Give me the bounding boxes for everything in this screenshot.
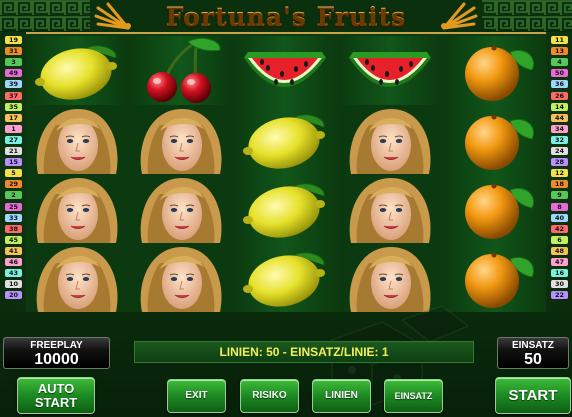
exit-button[interactable]: EXIT — [167, 379, 226, 413]
payline-badge: 48 — [551, 246, 568, 255]
payline-badge: 34 — [551, 124, 568, 133]
einsatz-value: 50 — [524, 351, 542, 368]
payline-badge: 8 — [551, 202, 568, 211]
auto-start-label-line2: START — [34, 395, 78, 410]
payline-badge: 6 — [551, 235, 568, 244]
payline-badge: 26 — [551, 91, 568, 100]
reel-symbol-lady-icon — [339, 174, 440, 243]
payline-badge: 33 — [5, 213, 22, 222]
game-title: Fortuna's Fruits — [0, 2, 572, 31]
game-screen: Fortuna's Fruits 19 31 3 49 39 37 35 17 1 27 21 15 5… — [0, 0, 572, 417]
payline-badge: 27 — [5, 135, 22, 144]
payline-badge: 17 — [5, 113, 22, 122]
payline-badge: 35 — [5, 102, 22, 111]
einsatz-label: EINSATZ — [511, 340, 555, 351]
payline-badge: 9 — [551, 191, 568, 200]
payline-badge: 21 — [5, 147, 22, 155]
reel-3 — [234, 36, 335, 312]
payline-badge: 25 — [5, 202, 22, 211]
payline-badge: 22 — [551, 291, 568, 300]
payline-badge: 43 — [5, 269, 22, 278]
einsatz-button[interactable]: EINSATZ — [384, 379, 443, 413]
reel-symbol-lady-icon — [339, 105, 440, 174]
payline-badge: 14 — [551, 102, 568, 111]
payline-badge: 24 — [551, 147, 568, 155]
payline-badge: 40 — [551, 213, 568, 222]
payline-badge: 3 — [5, 58, 22, 67]
payline-badge: 46 — [5, 258, 22, 266]
payline-badge: 36 — [551, 80, 568, 89]
freeplay-value: 10000 — [34, 351, 79, 368]
payline-badge: 47 — [551, 258, 568, 266]
reel-symbol-lady-icon — [130, 105, 231, 174]
payline-badge: 2 — [5, 191, 22, 200]
payline-badge: 38 — [5, 224, 22, 233]
payline-badge: 16 — [551, 269, 568, 278]
payline-badge: 11 — [551, 36, 568, 44]
reel-symbol-watermelon-icon — [234, 36, 335, 105]
payline-badge: 15 — [5, 158, 22, 167]
reel-5 — [444, 36, 545, 312]
payline-badge: 42 — [551, 224, 568, 233]
payline-badge: 39 — [5, 80, 22, 89]
reel-symbol-watermelon-icon — [339, 36, 440, 105]
payline-badge: 18 — [551, 180, 568, 189]
reel-symbol-orange-icon — [444, 174, 545, 243]
payline-badge: 13 — [551, 47, 568, 56]
linien-button[interactable]: LINIEN — [312, 379, 371, 413]
payline-badge: 4 — [551, 58, 568, 67]
freeplay-label: FREEPLAY — [30, 340, 83, 351]
risiko-button[interactable]: RISIKO — [240, 379, 299, 413]
payline-badge: 32 — [551, 135, 568, 144]
reel-symbol-lady-icon — [26, 243, 127, 312]
auto-start-label-line1: AUTO — [37, 381, 75, 396]
payline-badge: 12 — [551, 169, 568, 178]
bet-info-bar: LINIEN: 50 - EINSATZ/LINIE: 1 — [134, 341, 474, 363]
start-button[interactable]: START — [495, 377, 571, 414]
payline-badge: 1 — [5, 124, 22, 133]
payline-badge: 31 — [5, 47, 22, 56]
payline-badge: 30 — [551, 280, 568, 289]
reel-symbol-lady-icon — [130, 243, 231, 312]
payline-badge: 50 — [551, 69, 568, 78]
payline-badge: 19 — [5, 36, 22, 44]
reel-1 — [26, 36, 127, 312]
reel-area — [26, 32, 546, 312]
reel-symbol-lemon-icon — [234, 174, 335, 243]
payline-badge: 29 — [5, 180, 22, 189]
payline-badge: 45 — [5, 235, 22, 244]
reel-symbol-lady-icon — [26, 105, 127, 174]
reel-symbol-orange-icon — [444, 36, 545, 105]
payline-badge: 41 — [5, 246, 22, 255]
payline-badge: 37 — [5, 91, 22, 100]
reel-symbol-lemon-icon — [26, 36, 127, 105]
reel-symbol-lady-icon — [26, 174, 127, 243]
einsatz-panel: EINSATZ 50 — [497, 337, 569, 369]
reel-symbol-cherry-icon — [130, 36, 231, 105]
game-header: Fortuna's Fruits — [0, 0, 572, 32]
reel-symbol-lemon-icon — [234, 105, 335, 174]
reel-symbol-orange-icon — [444, 105, 545, 174]
reel-2 — [130, 36, 231, 312]
auto-start-button[interactable]: AUTO START — [17, 377, 95, 414]
payline-badge: 28 — [551, 158, 568, 167]
payline-badge: 5 — [5, 169, 22, 178]
payline-badge: 49 — [5, 69, 22, 78]
payline-badge: 20 — [5, 291, 22, 300]
reel-4 — [339, 36, 440, 312]
freeplay-panel: FREEPLAY 10000 — [3, 337, 110, 369]
payline-badge: 44 — [551, 113, 568, 122]
payline-badge: 10 — [5, 280, 22, 289]
reel-symbol-lady-icon — [130, 174, 231, 243]
